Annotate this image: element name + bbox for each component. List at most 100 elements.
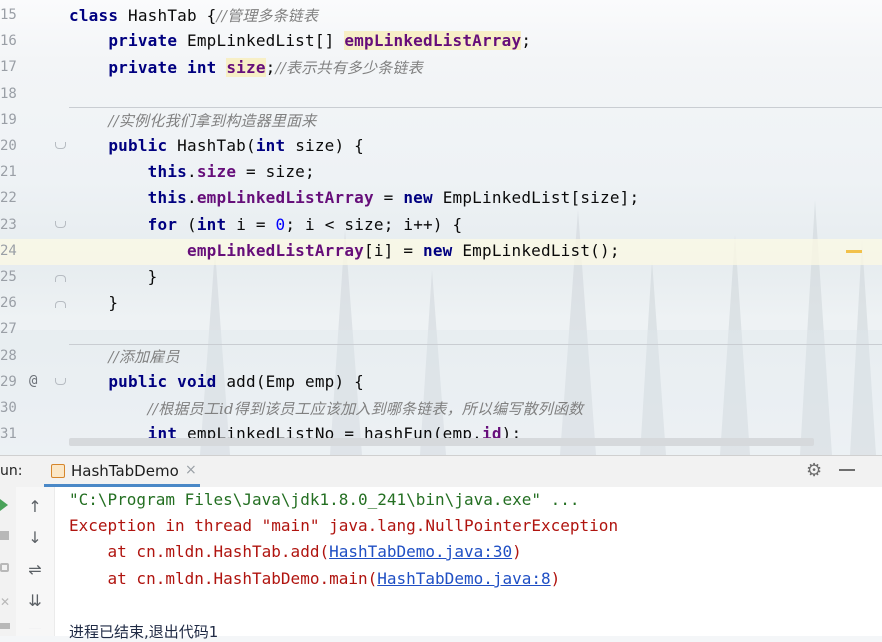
code-token: [i] =	[364, 240, 423, 260]
gear-icon[interactable]: ⚙	[806, 460, 822, 481]
fold-icon[interactable]	[55, 377, 66, 385]
code-token: ;	[265, 58, 276, 78]
code-line[interactable]: 29 @ public void add(Emp emp) {	[0, 370, 882, 396]
code-line[interactable]: 21 this.size = size;	[0, 160, 882, 186]
line-number[interactable]: 30	[0, 400, 18, 416]
code-text: class HashTab {//管理多条链表	[69, 5, 318, 26]
dump-threads-icon[interactable]	[0, 563, 9, 572]
line-number[interactable]: 21	[0, 164, 18, 180]
horizontal-scrollbar[interactable]	[69, 438, 814, 446]
code-line[interactable]: 28 //添加雇员	[0, 344, 882, 370]
more-icon[interactable]	[0, 623, 10, 629]
code-token: this	[69, 162, 187, 182]
method-separator	[69, 344, 882, 345]
code-line[interactable]: 17 private int size;//表示共有多少条链表	[0, 55, 882, 81]
code-token: EmpLinkedList[]	[187, 31, 345, 51]
code-token: i =	[236, 214, 276, 234]
run-label: un:	[0, 463, 23, 479]
line-number[interactable]: 17	[0, 59, 18, 75]
print-icon[interactable]: ▬	[25, 621, 45, 629]
line-number[interactable]: 20	[0, 138, 18, 154]
line-number[interactable]: 31	[0, 426, 18, 442]
stacktrace-line: at cn.mldn.HashTab.add(HashTabDemo.java:…	[69, 542, 522, 561]
code-token: }	[69, 293, 119, 313]
code-token: //管理多条链表	[216, 7, 319, 25]
scroll-to-end-icon[interactable]: ⇊	[25, 591, 45, 611]
line-number[interactable]: 28	[0, 348, 18, 364]
code-token: class	[69, 6, 128, 25]
code-text: public HashTab(int size) {	[69, 136, 364, 155]
line-number[interactable]: 18	[0, 86, 18, 102]
line-number[interactable]: 19	[0, 112, 18, 128]
code-line[interactable]: 27	[0, 317, 882, 343]
line-number[interactable]: 22	[0, 190, 18, 206]
close-icon[interactable]: ×	[185, 462, 197, 478]
line-number[interactable]: 26	[0, 295, 18, 311]
code-token: HashTab(	[177, 136, 256, 155]
source-link[interactable]: HashTabDemo.java:8	[377, 569, 550, 588]
code-token: empLinkedListArray	[196, 188, 374, 208]
code-token: =	[373, 188, 404, 208]
tab-label: HashTabDemo	[71, 462, 179, 480]
code-text: }	[69, 267, 158, 286]
code-token: EmpLinkedList();	[462, 240, 620, 260]
line-number[interactable]: 29	[0, 374, 18, 390]
code-token: public	[69, 136, 178, 155]
code-token: EmpLinkedList[size];	[442, 188, 640, 208]
fold-icon[interactable]	[55, 220, 66, 228]
code-token: }	[69, 267, 158, 286]
code-token: .	[187, 162, 197, 182]
code-line[interactable]: 30 //根据员工id得到该员工应该加入到哪条链表，所以编写散列函数	[0, 396, 882, 422]
code-line[interactable]: 19 //实例化我们拿到构造器里面来	[0, 108, 882, 134]
line-number[interactable]: 25	[0, 269, 18, 285]
code-line[interactable]: 24 empLinkedListArray[i] = new EmpLinked…	[0, 238, 882, 265]
tab-hashtabdemo[interactable]: HashTabDemo ×	[44, 456, 200, 487]
code-line[interactable]: 25 }	[0, 265, 882, 291]
code-token: this	[69, 188, 187, 208]
source-link[interactable]: HashTabDemo.java:30	[329, 542, 512, 561]
code-line[interactable]: 22 this.empLinkedListArray = new EmpLink…	[0, 186, 882, 212]
warning-marker[interactable]	[846, 250, 862, 253]
code-text: private int size;//表示共有多少条链表	[69, 57, 423, 78]
override-gutter-icon[interactable]: @	[29, 373, 37, 389]
code-line[interactable]: 23 for (int i = 0; i < size; i++) {	[0, 213, 882, 239]
line-number[interactable]: 23	[0, 217, 18, 233]
console-output[interactable]: "C:\Program Files\Java\jdk1.8.0_241\bin\…	[69, 487, 882, 641]
code-token: size	[196, 162, 237, 182]
minimize-icon[interactable]	[839, 469, 855, 471]
fold-icon[interactable]	[55, 142, 66, 149]
code-editor[interactable]: 15 class HashTab {//管理多条链表 16 private EmpL…	[0, 0, 882, 455]
code-token: size	[226, 58, 266, 78]
run-toolbar: ✕	[0, 487, 17, 636]
code-token: empLinkedListArray	[344, 31, 522, 51]
rerun-icon[interactable]	[0, 499, 8, 511]
code-token: new	[403, 188, 443, 208]
line-number[interactable]: 16	[0, 33, 18, 49]
code-text: //根据员工id得到该员工应该加入到哪条链表，所以编写散列函数	[69, 398, 584, 419]
console-exception: Exception in thread "main" java.lang.Nul…	[69, 516, 619, 535]
code-token: 0	[275, 214, 286, 234]
code-text: }	[69, 293, 118, 312]
arrow-up-icon[interactable]: ↑	[25, 497, 45, 517]
code-line[interactable]: 26 }	[0, 291, 882, 317]
code-line[interactable]: 18	[0, 82, 882, 108]
code-line[interactable]: 16 private EmpLinkedList[] empLinkedList…	[0, 29, 882, 55]
fold-icon[interactable]	[55, 301, 66, 309]
arrow-down-icon[interactable]: ↓	[25, 528, 45, 548]
code-token: public void	[69, 371, 227, 391]
exit-icon[interactable]: ✕	[0, 595, 10, 609]
code-token: empLinkedListArray	[187, 240, 364, 260]
code-text: private EmpLinkedList[] empLinkedListArr…	[69, 31, 531, 51]
fold-icon[interactable]	[55, 275, 66, 282]
line-number[interactable]: 27	[0, 321, 18, 337]
line-number[interactable]: 15	[0, 7, 18, 23]
line-number[interactable]: 24	[0, 243, 18, 259]
code-line[interactable]: 15 class HashTab {//管理多条链表	[0, 3, 882, 29]
soft-wrap-icon[interactable]: ⇌	[25, 560, 45, 580]
stop-icon[interactable]	[0, 531, 9, 540]
code-token: //实例化我们拿到构造器里面来	[108, 111, 317, 130]
code-token: ; i < size; i++) {	[285, 214, 463, 234]
code-line[interactable]: 20 public HashTab(int size) {	[0, 134, 882, 160]
